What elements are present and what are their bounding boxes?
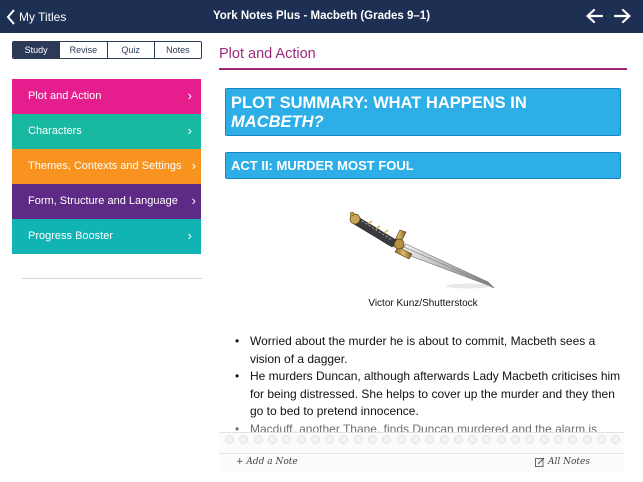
summary-heading-line1: PLOT SUMMARY: WHAT HAPPENS IN (231, 94, 527, 112)
chevron-right-icon: › (187, 228, 192, 243)
notebook-hole (453, 435, 463, 444)
notebook-hole (582, 435, 592, 444)
notebook-hole (253, 435, 263, 444)
notebook-hole (396, 435, 406, 444)
sidebar-menu: Plot and Action › Characters › Themes, C… (12, 79, 201, 254)
add-note-button[interactable]: + Add a Note (236, 457, 298, 467)
act-heading: ACT II: MURDER MOST FOUL (225, 152, 621, 179)
notebook-hole (339, 435, 349, 444)
sidebar-divider (22, 278, 202, 279)
sidebar-item-label: Themes, Contexts and Settings (28, 160, 182, 172)
edit-note-icon (535, 457, 545, 467)
sidebar-item-plot-and-action[interactable]: Plot and Action › (12, 79, 201, 114)
chevron-right-icon: › (187, 123, 192, 138)
notebook-hole (596, 435, 606, 444)
notebook-hole (611, 435, 621, 444)
app-title: York Notes Plus - Macbeth (Grades 9–1) (212, 10, 431, 22)
notebook-hole (525, 435, 535, 444)
notebook-hole (425, 435, 435, 444)
notebook-hole (382, 435, 392, 444)
sidebar-item-label: Form, Structure and Language (28, 195, 178, 207)
plot-summary-heading: PLOT SUMMARY: WHAT HAPPENS IN MACBETH? (225, 88, 621, 136)
notebook-hole (296, 435, 306, 444)
notebook-hole (496, 435, 506, 444)
section-tabs: Study Revise Quiz Notes (12, 41, 202, 59)
sidebar-item-progress-booster[interactable]: Progress Booster › (12, 219, 201, 254)
notebook-hole (225, 435, 234, 444)
notebook-hole (539, 435, 549, 444)
tab-study[interactable]: Study (13, 42, 60, 58)
plot-bullet-list: Worried about the murder he is about to … (233, 333, 625, 439)
chevron-right-icon: › (187, 88, 192, 103)
sidebar-item-label: Characters (28, 125, 82, 137)
all-notes-label: All Notes (548, 457, 590, 467)
notebook-hole (267, 435, 277, 444)
chevron-right-icon: › (191, 158, 196, 173)
list-item: Worried about the murder he is about to … (233, 333, 625, 368)
tab-revise[interactable]: Revise (59, 42, 107, 58)
notebook-hole (410, 435, 420, 444)
notebook-hole (568, 435, 578, 444)
notebook-hole (310, 435, 320, 444)
notebook-hole (553, 435, 563, 444)
notebook-hole (353, 435, 363, 444)
notebook-hole (325, 435, 335, 444)
sidebar-item-label: Plot and Action (28, 90, 102, 102)
tab-notes[interactable]: Notes (153, 42, 201, 58)
image-caption: Victor Kunz/Shutterstock (368, 298, 478, 309)
sidebar-item-characters[interactable]: Characters › (12, 114, 201, 149)
list-item: He murders Duncan, although afterwards L… (233, 368, 625, 421)
all-notes-button[interactable]: All Notes (535, 457, 590, 467)
notebook-hole (511, 435, 520, 444)
summary-heading-line2: MACBETH? (231, 113, 324, 131)
notebook-hole (468, 435, 478, 444)
notebook-holes (219, 435, 624, 445)
sidebar-item-themes[interactable]: Themes, Contexts and Settings › (12, 149, 201, 184)
notes-panel[interactable]: + Add a Note All Notes (219, 432, 624, 472)
chevron-right-icon: › (191, 193, 196, 208)
sidebar-item-form-structure[interactable]: Form, Structure and Language › (12, 184, 201, 219)
notebook-hole (282, 435, 292, 444)
title-divider (219, 68, 627, 70)
page-title: Plot and Action (219, 46, 316, 62)
notebook-hole (368, 435, 377, 444)
dagger-image (349, 211, 495, 289)
notebook-hole (482, 435, 492, 444)
top-bar: My Titles York Notes Plus - Macbeth (Gra… (0, 0, 643, 33)
tab-quiz[interactable]: Quiz (106, 42, 154, 58)
notes-divider (219, 453, 624, 454)
notebook-hole (439, 435, 449, 444)
arrow-left-icon[interactable] (585, 8, 603, 24)
sidebar-item-label: Progress Booster (28, 230, 113, 242)
arrow-right-icon[interactable] (614, 8, 632, 24)
notebook-hole (239, 435, 249, 444)
